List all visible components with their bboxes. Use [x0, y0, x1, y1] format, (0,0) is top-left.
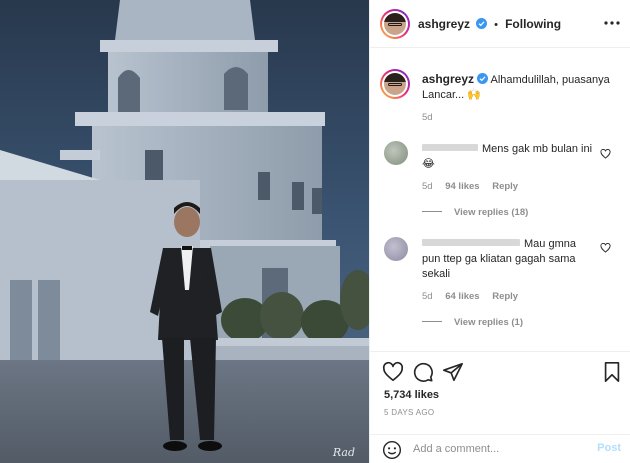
following-button[interactable]: Following: [505, 17, 561, 31]
view-replies-button[interactable]: View replies (1): [422, 317, 523, 328]
heart-icon[interactable]: [382, 361, 404, 383]
view-replies-label: View replies (1): [454, 317, 523, 328]
comment-age: 5d: [422, 181, 433, 192]
share-icon[interactable]: [442, 361, 464, 383]
more-options-icon[interactable]: [603, 17, 621, 31]
replies-divider: [422, 321, 442, 322]
reply-button[interactable]: Reply: [492, 181, 518, 192]
photographer-signature: Rad: [332, 446, 355, 459]
emoji-icon[interactable]: [382, 440, 402, 460]
comment-meta: 5d 94 likes Reply: [422, 181, 518, 192]
commenter-avatar[interactable]: [384, 237, 408, 261]
author-avatar[interactable]: [380, 9, 410, 39]
bookmark-icon[interactable]: [601, 361, 623, 383]
header-meta: ashgreyz • Following: [418, 17, 561, 31]
post-actions: 5,734 likes 5 DAYS AGO: [370, 351, 630, 434]
masked-username: [422, 239, 520, 246]
post-side-panel: ashgreyz • Following ashgreyz Alhamdulil…: [369, 0, 630, 463]
replies-divider: [422, 211, 442, 212]
caption-author-avatar[interactable]: [380, 69, 410, 99]
caption-age: 5d: [422, 112, 433, 123]
verified-icon: [477, 73, 489, 84]
caption-username[interactable]: ashgreyz: [422, 72, 474, 86]
post-photo[interactable]: Rad: [0, 0, 369, 463]
author-username[interactable]: ashgreyz: [418, 17, 470, 31]
post-caption: ashgreyz Alhamdulillah, puasanya Lancar.…: [422, 72, 622, 103]
verified-icon: [476, 18, 488, 29]
likes-count[interactable]: 5,734 likes: [384, 389, 439, 401]
commenter-avatar[interactable]: [384, 141, 408, 165]
comment-like-icon[interactable]: [600, 243, 611, 253]
view-replies-button[interactable]: View replies (18): [422, 207, 528, 218]
comment-body: Mens gak mb bulan ini 😂: [422, 142, 597, 172]
view-replies-label: View replies (18): [454, 207, 529, 218]
comment-age: 5d: [422, 291, 433, 302]
comment-meta: 5d 64 likes Reply: [422, 291, 518, 302]
photo-illustration: [0, 0, 369, 463]
post-timestamp: 5 DAYS AGO: [384, 408, 435, 417]
separator-dot: •: [494, 19, 499, 31]
masked-username: [422, 144, 478, 151]
add-comment-bar: Post: [370, 434, 630, 463]
comment-likes[interactable]: 64 likes: [445, 291, 479, 302]
instagram-post-window: Rad ashgreyz • Following ashgreyz Alhamd…: [0, 0, 630, 463]
comment-icon[interactable]: [412, 361, 434, 383]
comment-likes[interactable]: 94 likes: [445, 181, 479, 192]
post-button[interactable]: Post: [597, 442, 621, 454]
comment-body: Mau gmna pun ttep ga kliatan gagah sama …: [422, 237, 597, 282]
comment-like-icon[interactable]: [600, 149, 611, 159]
post-header: ashgreyz • Following: [370, 0, 630, 48]
reply-button[interactable]: Reply: [492, 291, 518, 302]
comment-input[interactable]: [413, 441, 583, 457]
comments-scroll-area[interactable]: ashgreyz Alhamdulillah, puasanya Lancar.…: [370, 49, 630, 350]
